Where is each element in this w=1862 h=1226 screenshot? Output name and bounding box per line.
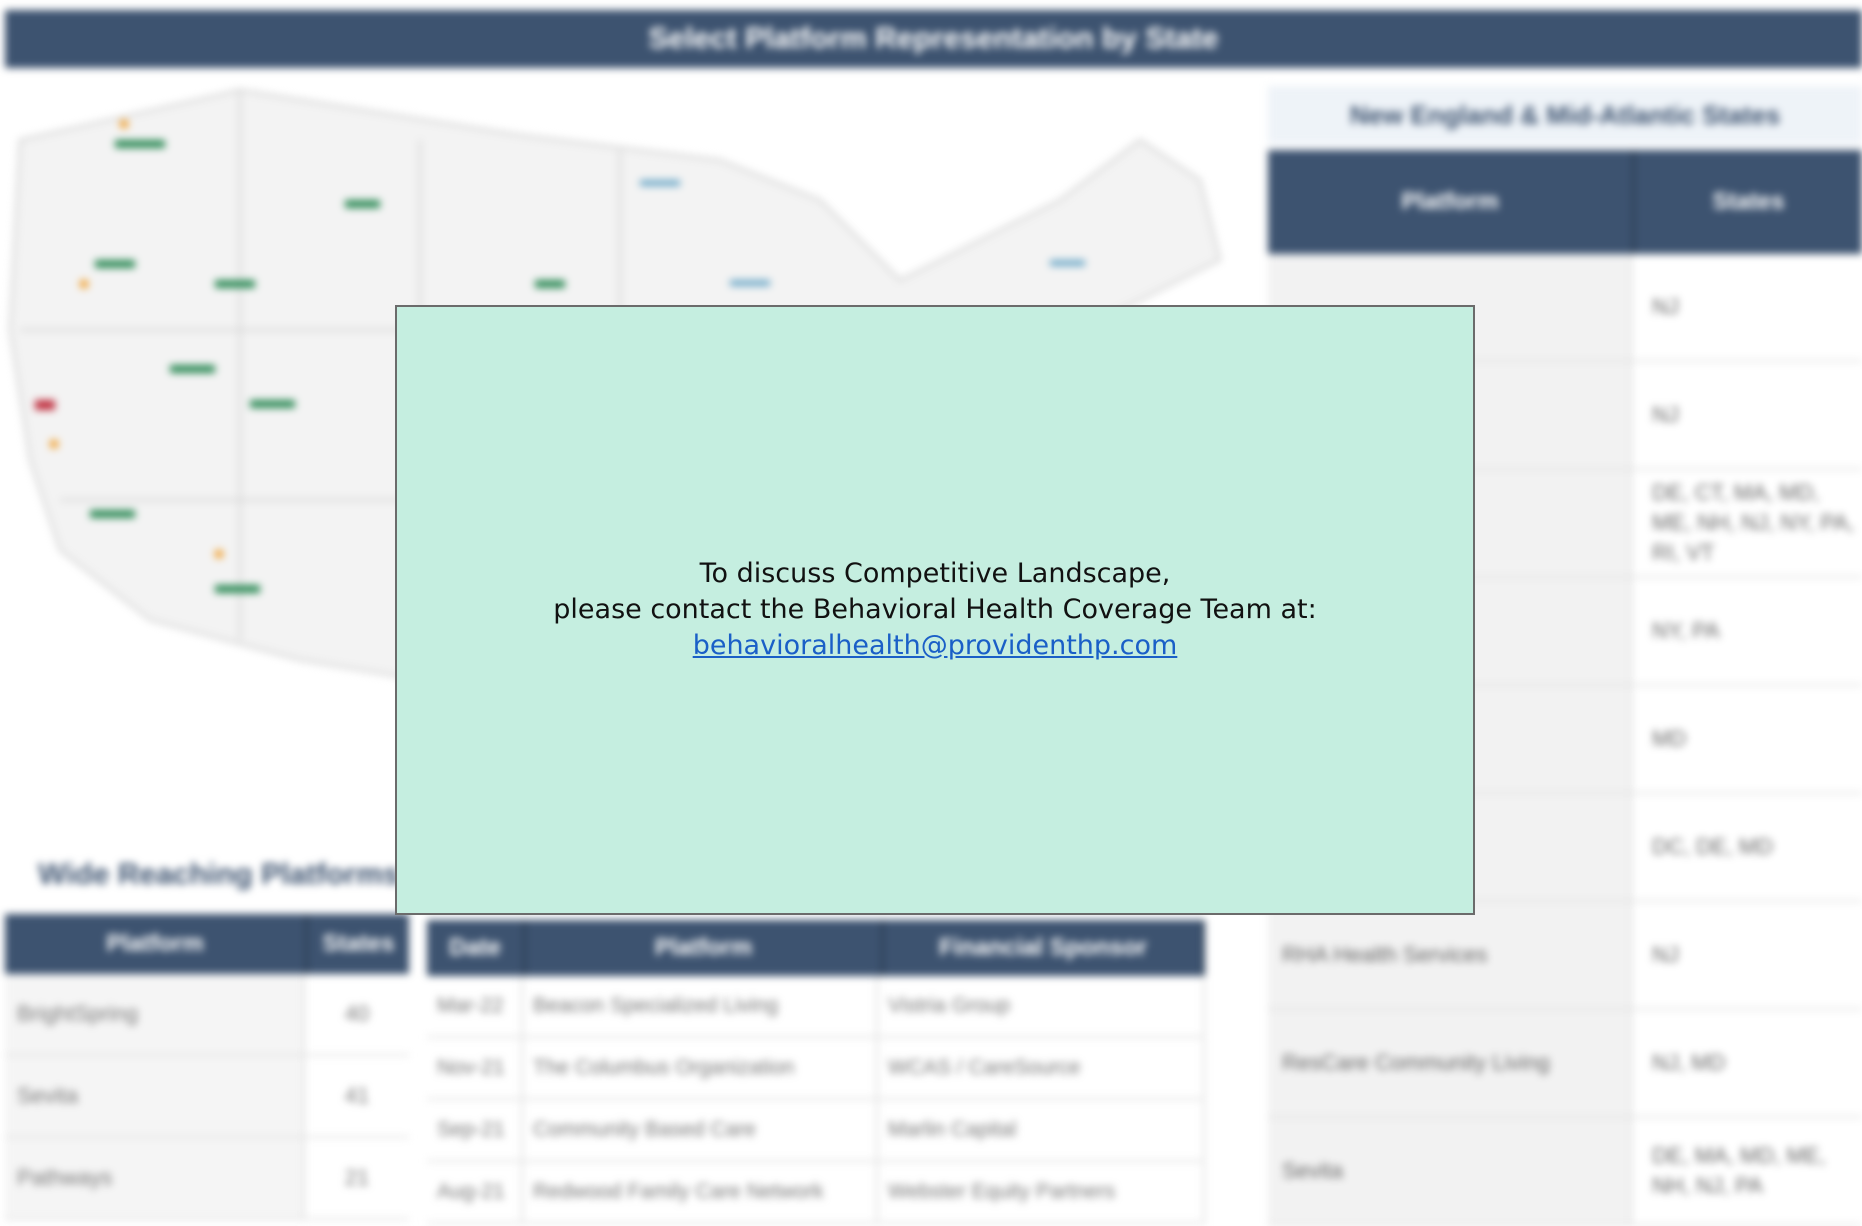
wide-cell-platform: BrightSpring xyxy=(5,974,305,1054)
deals-cell-date: Nov-21 xyxy=(427,1038,523,1098)
ne-col-platform: Platform xyxy=(1268,150,1635,254)
deals-cell-sponsor: Webster Equity Partners xyxy=(878,1162,1205,1222)
table-row: Pathways 21 xyxy=(5,1138,409,1220)
ne-cell-states: DE, MA, MD, ME, NH, NJ, PA xyxy=(1632,1118,1862,1224)
wide-cell-platform: Pathways xyxy=(5,1138,305,1218)
wide-col-platform: Platform xyxy=(5,914,308,974)
table-row: BrightSpring 40 xyxy=(5,974,409,1056)
wide-cell-states: 41 xyxy=(344,1083,370,1108)
table-row: Mar-22 Beacon Specialized Living Vistria G… xyxy=(427,976,1205,1038)
ne-cell-states: DE, CT, MA, MD, ME, NH, NJ, NY, PA, RI, … xyxy=(1632,470,1862,576)
ne-cell-states: DC, DE, MD xyxy=(1632,794,1862,900)
ne-cell-states: NJ, MD xyxy=(1632,1010,1862,1116)
deals-cell-platform: Community Based Care xyxy=(523,1100,878,1160)
wide-reaching-title: Wide Reaching Platforms xyxy=(38,858,400,891)
wide-cell-states: 21 xyxy=(344,1165,370,1190)
table-row: Sevita DE, MA, MD, ME, NH, NJ, PA xyxy=(1268,1118,1862,1226)
table-row: Sevita 41 xyxy=(5,1056,409,1138)
table-row: RHA Health Services NJ xyxy=(1268,902,1862,1010)
email-link[interactable]: behavioralhealth@providenthp.com xyxy=(693,628,1178,664)
ne-col-states: States xyxy=(1712,188,1785,215)
deals-cell-platform: Beacon Specialized Living xyxy=(523,976,878,1036)
table-row: Aug-21 Redwood Family Care Network Webster… xyxy=(427,1162,1205,1224)
modal-line-2: please contact the Behavioral Health Cov… xyxy=(553,594,1317,625)
deals-cell-sponsor: Marlin Capital xyxy=(878,1100,1205,1160)
wide-reaching-table: Platform States BrightSpring 40 Sevita 41 … xyxy=(5,914,409,1220)
deals-col-platform: Platform xyxy=(526,920,884,976)
ne-cell-platform: Sevita xyxy=(1268,1118,1632,1224)
ne-cell-states: MD xyxy=(1632,686,1862,792)
deals-cell-sponsor: WCAS / CareSource xyxy=(878,1038,1205,1098)
table-row: ResCare Community Living NJ, MD xyxy=(1268,1010,1862,1118)
page-title: Select Platform Representation by State xyxy=(5,10,1862,68)
wide-cell-platform: Sevita xyxy=(5,1056,305,1136)
ne-table-header: Platform States xyxy=(1268,150,1862,254)
ne-cell-states: NJ xyxy=(1632,362,1862,468)
contact-modal: To discuss Competitive Landscape, please… xyxy=(395,305,1475,915)
deals-col-sponsor: Financial Sponsor xyxy=(884,920,1205,976)
ne-table-title: New England & Mid-Atlantic States xyxy=(1268,86,1862,144)
ne-cell-platform: RHA Health Services xyxy=(1268,902,1632,1008)
wide-col-states: States xyxy=(322,930,395,957)
table-row: Sep-21 Community Based Care Marlin Capital xyxy=(427,1100,1205,1162)
deals-table-header: Date Platform Financial Sponsor xyxy=(427,920,1205,976)
wide-table-header: Platform States xyxy=(5,914,409,974)
ne-cell-platform: ResCare Community Living xyxy=(1268,1010,1632,1116)
ne-cell-states: NY, PA xyxy=(1632,578,1862,684)
deals-cell-platform: Redwood Family Care Network xyxy=(523,1162,878,1222)
deals-table: Date Platform Financial Sponsor Mar-22 Be… xyxy=(427,920,1205,1224)
deals-cell-sponsor: Vistria Group xyxy=(878,976,1205,1036)
deals-cell-date: Mar-22 xyxy=(427,976,523,1036)
table-row: Nov-21 The Columbus Organization WCAS / Ca… xyxy=(427,1038,1205,1100)
deals-cell-date: Sep-21 xyxy=(427,1100,523,1160)
wide-cell-states: 40 xyxy=(344,1001,370,1026)
modal-line-1: To discuss Competitive Landscape, xyxy=(699,558,1171,589)
ne-cell-states: NJ xyxy=(1632,254,1862,360)
deals-cell-platform: The Columbus Organization xyxy=(523,1038,878,1098)
ne-cell-states: NJ xyxy=(1632,902,1862,1008)
deals-cell-date: Aug-21 xyxy=(427,1162,523,1222)
deals-col-date: Date xyxy=(427,920,526,976)
